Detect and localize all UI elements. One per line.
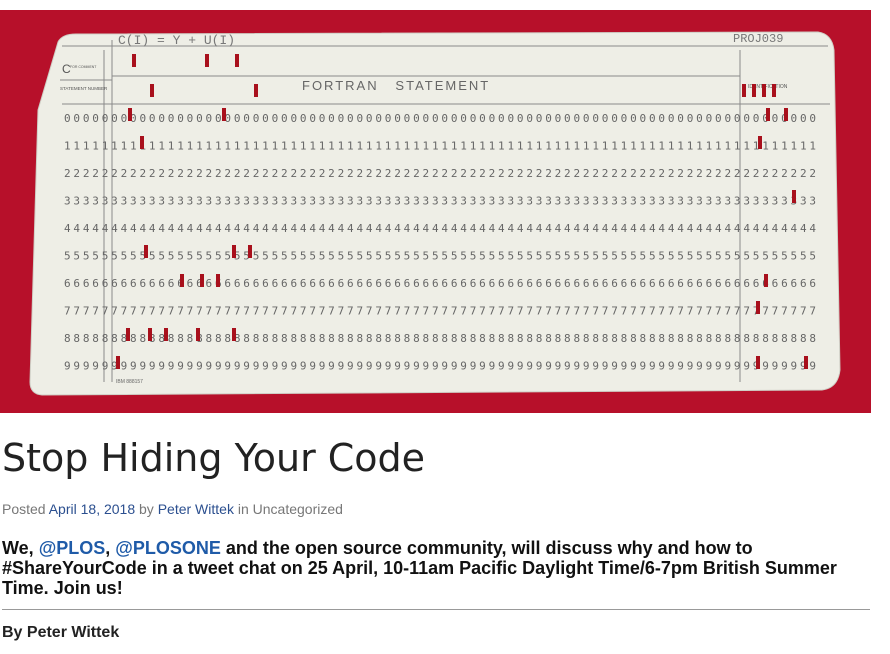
punch-hole bbox=[200, 274, 204, 287]
lead-part-1: We, bbox=[2, 538, 39, 558]
post-date-link[interactable]: April 18, 2018 bbox=[49, 501, 135, 517]
punch-hole bbox=[222, 108, 226, 121]
punch-hole bbox=[756, 301, 760, 314]
fortran-statement-label: FORTRAN STATEMENT bbox=[302, 78, 490, 93]
hero-image: C(I) = Y + U(I) PROJ039 C FOR COMMENT ST… bbox=[0, 10, 871, 413]
punch-hole bbox=[140, 136, 144, 149]
punch-hole bbox=[766, 108, 770, 121]
punch-hole bbox=[792, 190, 796, 203]
punch-hole bbox=[804, 356, 808, 369]
punch-hole bbox=[144, 245, 148, 258]
post-title: Stop Hiding Your Code bbox=[2, 436, 426, 480]
punch-hole bbox=[784, 108, 788, 121]
punch-hole bbox=[150, 84, 154, 97]
punch-hole bbox=[248, 245, 252, 258]
punch-hole bbox=[235, 54, 239, 67]
punch-hole bbox=[762, 84, 766, 97]
punch-hole bbox=[128, 108, 132, 121]
punch-hole bbox=[116, 356, 120, 369]
punch-hole bbox=[756, 356, 760, 369]
punch-hole bbox=[132, 54, 136, 67]
plosone-link[interactable]: @PLOSONE bbox=[115, 538, 221, 558]
punch-hole bbox=[764, 274, 768, 287]
punch-hole bbox=[148, 328, 152, 341]
punch-hole bbox=[232, 245, 236, 258]
punch-hole bbox=[164, 328, 168, 341]
divider bbox=[2, 609, 870, 610]
punch-hole bbox=[752, 84, 756, 97]
by-prefix: by bbox=[139, 501, 154, 517]
plos-link[interactable]: @PLOS bbox=[39, 538, 106, 558]
lead-separator: , bbox=[105, 538, 116, 558]
punch-card: C(I) = Y + U(I) PROJ039 C FOR COMMENT ST… bbox=[29, 31, 841, 396]
card-id: PROJ039 bbox=[733, 32, 783, 46]
comment-sublabel: FOR COMMENT bbox=[70, 65, 97, 69]
punch-hole bbox=[126, 328, 130, 341]
header-formula: C(I) = Y + U(I) bbox=[118, 33, 235, 48]
in-prefix: in bbox=[237, 501, 249, 517]
byline: By Peter Wittek bbox=[2, 624, 120, 641]
punch-hole bbox=[742, 84, 746, 97]
punch-hole bbox=[205, 54, 209, 67]
punch-hole bbox=[216, 274, 220, 287]
punch-hole bbox=[196, 328, 200, 341]
ibm-label: IBM 888157 bbox=[116, 379, 143, 385]
post-lead: We, @PLOS, @PLOSONE and the open source … bbox=[2, 538, 862, 598]
punch-hole bbox=[758, 136, 762, 149]
statement-number-label: STATEMENT NUMBER bbox=[60, 86, 108, 91]
posted-prefix: Posted bbox=[2, 501, 46, 517]
punch-hole bbox=[232, 328, 236, 341]
punch-hole bbox=[254, 84, 258, 97]
punch-hole bbox=[180, 274, 184, 287]
punch-hole bbox=[772, 84, 776, 97]
author-link[interactable]: Peter Wittek bbox=[158, 501, 234, 517]
category-link[interactable]: Uncategorized bbox=[253, 501, 343, 517]
post-meta: Posted April 18, 2018 by Peter Wittek in… bbox=[2, 501, 343, 517]
